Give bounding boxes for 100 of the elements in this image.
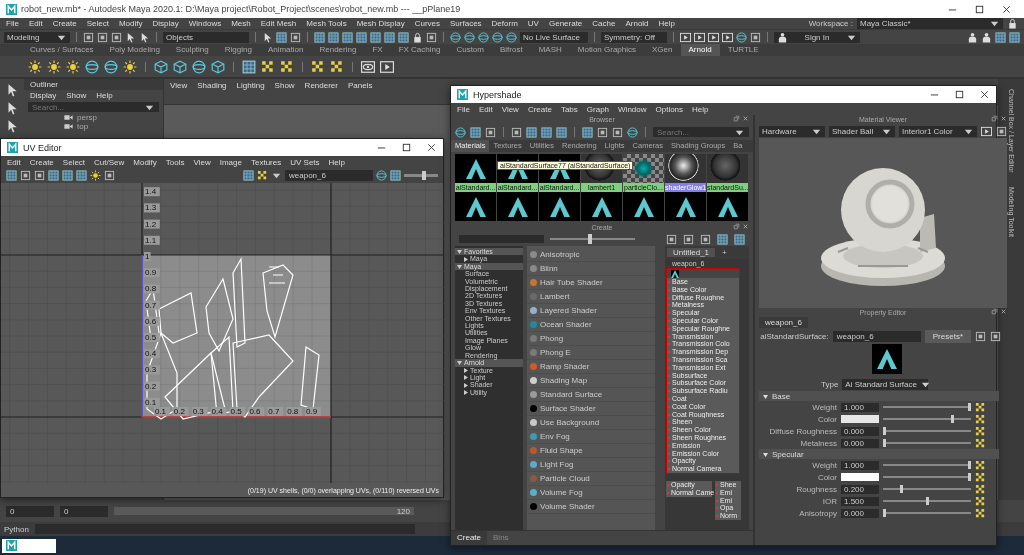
menu-item[interactable]: Show: [66, 91, 87, 100]
close-icon[interactable]: [1000, 115, 1007, 122]
float-icon[interactable]: [991, 308, 998, 315]
square-icon[interactable]: [511, 126, 522, 138]
node-type-item[interactable]: Ocean Shader: [527, 318, 655, 332]
shelf-tab[interactable]: Custom: [448, 44, 492, 56]
square-icon[interactable]: [666, 233, 677, 245]
sphere-thumbnail[interactable]: [665, 154, 706, 183]
node-type-item[interactable]: Lambert: [527, 290, 655, 304]
node-type-item[interactable]: Volume Fog: [527, 486, 655, 500]
node-type-item[interactable]: Hair Tube Shader: [527, 276, 655, 290]
triangle-icon[interactable]: [763, 393, 768, 399]
grid-icon[interactable]: [242, 59, 256, 74]
float-icon[interactable]: [991, 115, 998, 122]
square-icon[interactable]: [612, 126, 623, 138]
node-type-item[interactable]: Phong E: [527, 346, 655, 360]
color-swatch[interactable]: [841, 473, 879, 481]
panel-tab[interactable]: Create: [451, 531, 487, 545]
menu-item[interactable]: Image: [219, 157, 242, 167]
checker-icon[interactable]: [311, 59, 325, 74]
triangle-icon[interactable]: [763, 451, 768, 457]
graph-tab[interactable]: Untitled_1: [667, 248, 716, 257]
square-icon[interactable]: [990, 330, 1001, 342]
swatch-thumbnail[interactable]: [455, 154, 496, 183]
sun-icon[interactable]: [90, 170, 101, 181]
person-icon[interactable]: [967, 31, 978, 43]
menu-item[interactable]: Window: [618, 104, 647, 114]
sphere-icon[interactable]: [455, 126, 466, 138]
value-field[interactable]: 0.000: [841, 426, 879, 436]
presets-button[interactable]: Presets*: [924, 329, 971, 343]
menu-item[interactable]: Display: [152, 19, 179, 28]
node-type-item[interactable]: Anisotropic: [527, 248, 655, 262]
color-swatch[interactable]: [841, 415, 879, 423]
sign-in-button[interactable]: Sign In: [774, 31, 860, 43]
close-icon[interactable]: [1001, 3, 1012, 15]
menu-item[interactable]: Mesh: [231, 19, 251, 28]
sphere-icon[interactable]: [85, 59, 99, 74]
square-icon[interactable]: [20, 170, 31, 181]
menu-item[interactable]: Arnold: [625, 19, 649, 28]
menu-item[interactable]: Show: [274, 81, 295, 90]
square-icon[interactable]: [426, 31, 437, 43]
slider-thumb[interactable]: [968, 403, 971, 411]
slider-thumb[interactable]: [883, 509, 886, 517]
slider-thumb[interactable]: [883, 427, 886, 435]
square-icon[interactable]: [597, 126, 608, 138]
menu-item[interactable]: Renderer: [304, 81, 338, 90]
shelf-tab[interactable]: Motion Graphics: [569, 44, 645, 56]
grid-icon[interactable]: [276, 31, 287, 43]
play-icon[interactable]: [708, 31, 719, 43]
grid-icon[interactable]: [384, 31, 395, 43]
menu-item[interactable]: Edit: [7, 157, 21, 167]
cube-icon[interactable]: [211, 59, 225, 74]
menu-item[interactable]: Help: [658, 19, 675, 28]
lock-icon[interactable]: [1007, 18, 1018, 29]
node-type-item[interactable]: Shading Map: [527, 374, 655, 388]
logo-icon[interactable]: [6, 540, 17, 551]
live-surface-dropdown[interactable]: No Live Surface: [520, 31, 588, 43]
menu-item[interactable]: View: [193, 157, 211, 167]
checker-icon[interactable]: [975, 437, 986, 449]
outliner-item[interactable]: persp: [24, 113, 163, 122]
shelf-tab[interactable]: FX Caching: [390, 44, 449, 56]
shelf-tab[interactable]: XGen: [644, 44, 681, 56]
grid-icon[interactable]: [541, 126, 552, 138]
close-icon[interactable]: [426, 142, 437, 153]
shelf-tab[interactable]: Bifrost: [492, 44, 531, 56]
grid-icon[interactable]: [328, 31, 339, 43]
node-type-item[interactable]: Env Fog: [527, 430, 655, 444]
node-type-item[interactable]: Particle Cloud: [527, 472, 655, 486]
sphere-icon[interactable]: [478, 31, 489, 43]
menu-item[interactable]: Create: [527, 104, 552, 114]
menu-item[interactable]: Help: [96, 91, 113, 100]
menu-item[interactable]: Tabs: [560, 104, 578, 114]
grid-icon[interactable]: [342, 31, 353, 43]
node-type-item[interactable]: Volume Shader: [527, 500, 655, 514]
checker-icon[interactable]: [975, 425, 986, 437]
shelf-tab[interactable]: Sculpting: [167, 44, 217, 56]
selection-mode-dropdown[interactable]: Objects: [163, 31, 249, 43]
menu-item[interactable]: Modify: [133, 157, 157, 167]
sphere-icon[interactable]: [192, 59, 206, 74]
shelf-tab[interactable]: Arnold: [680, 44, 720, 56]
play-icon[interactable]: [981, 125, 992, 137]
slider-thumb[interactable]: [883, 439, 886, 447]
outliner-item[interactable]: top: [24, 122, 163, 131]
symmetry-dropdown[interactable]: Symmetry: Off: [601, 31, 667, 43]
value-field[interactable]: 1.000: [841, 402, 879, 412]
filter-field[interactable]: [459, 235, 544, 243]
grid-icon[interactable]: [314, 31, 325, 43]
play-icon[interactable]: [380, 59, 394, 74]
mode-dropdown[interactable]: Modeling: [4, 31, 70, 43]
checker-icon[interactable]: [257, 170, 268, 181]
menu-item[interactable]: Help: [692, 104, 709, 114]
square-icon[interactable]: [104, 170, 115, 181]
shelf-tab[interactable]: Curves / Surfaces: [22, 44, 102, 56]
menu-item[interactable]: File: [457, 104, 470, 114]
value-field[interactable]: 1.500: [841, 496, 879, 506]
checker-icon[interactable]: [330, 59, 344, 74]
shelf-tab[interactable]: Animation: [259, 44, 312, 56]
maximize-icon[interactable]: [974, 3, 985, 15]
sun-icon[interactable]: [28, 59, 42, 74]
shelf-tab[interactable]: Rendering: [311, 44, 365, 56]
